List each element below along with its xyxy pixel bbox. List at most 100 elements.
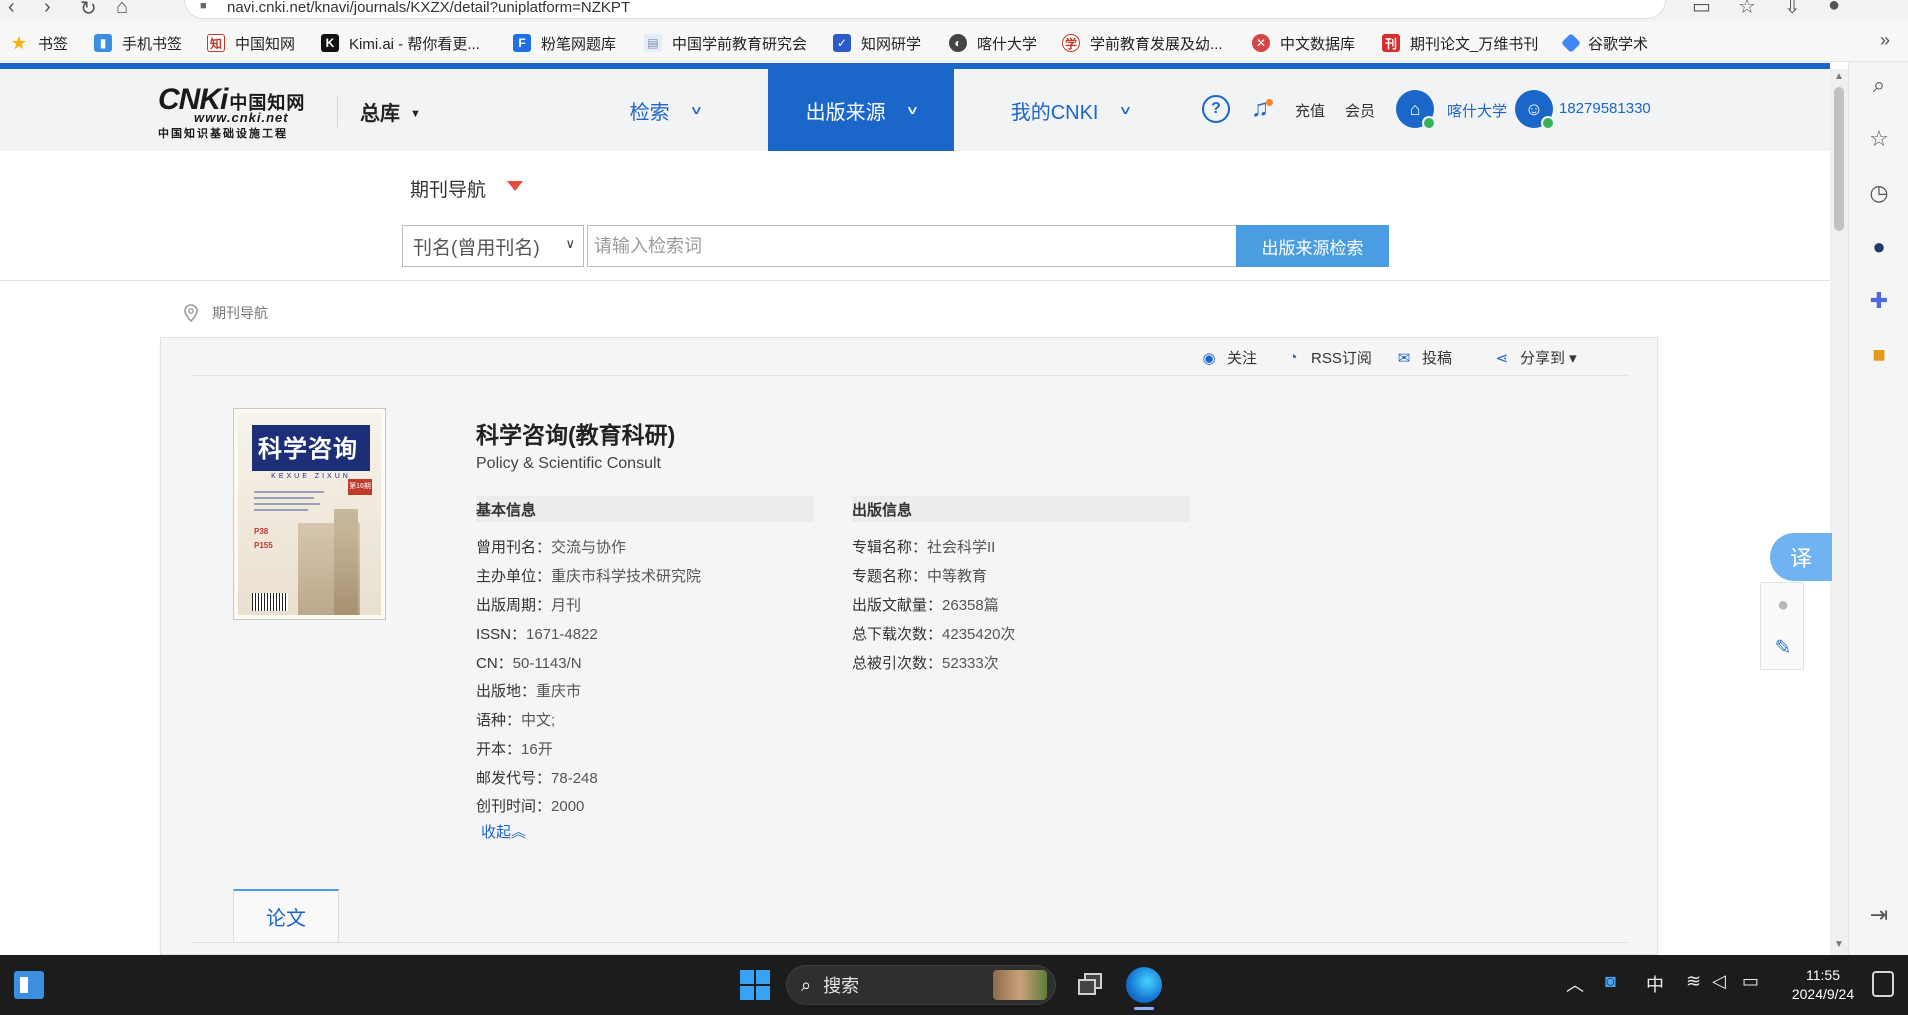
page-scrollbar[interactable]: ▲ ▼ — [1830, 69, 1848, 955]
db-icon: ✕ — [1252, 34, 1270, 52]
edge-browser-icon[interactable] — [1126, 967, 1162, 1003]
bookmark-item[interactable]: ▤ 中国学前教育研究会 — [644, 32, 807, 54]
share-button[interactable]: ⋖ 分享到 ▾ — [1492, 347, 1577, 368]
journal-cover[interactable]: 科学咨询 KEXUE ZIXUN 第16期 P38 P155 — [233, 408, 386, 620]
edit-pencil-icon[interactable]: ✎ — [1769, 633, 1797, 661]
collapse-sidebar-icon[interactable]: ⇥ — [1864, 900, 1894, 930]
scroll-down-icon[interactable]: ▼ — [1834, 939, 1844, 950]
scrollbar-thumb[interactable] — [1834, 87, 1844, 231]
verified-check-icon — [1422, 116, 1436, 130]
notification-icon[interactable] — [1872, 971, 1894, 997]
bookmark-item[interactable]: ▮ 手机书签 — [94, 32, 182, 54]
kashi-icon: ◐ — [949, 34, 967, 52]
nav-search[interactable]: 检索 ∨ — [590, 69, 740, 151]
profile-icon[interactable]: ● — [1828, 0, 1840, 17]
floating-toolbar: ● ✎ — [1760, 582, 1804, 670]
recharge-link[interactable]: 充值 — [1295, 100, 1325, 121]
forward-icon[interactable]: › — [44, 0, 51, 19]
bookmark-item[interactable]: 知 中国知网 — [207, 32, 295, 54]
more-bookmarks-icon[interactable]: » — [1880, 30, 1890, 51]
volume-icon[interactable]: ◁ — [1712, 971, 1726, 992]
info-language: 语种：中文; — [476, 712, 556, 729]
user-account[interactable]: 18279581330 — [1559, 100, 1651, 117]
cnki-logo[interactable]: CNKi 中国知网 www.cnki.net 中国知识基础设施工程 — [158, 83, 318, 140]
info-citations: 总被引次数：52333次 — [852, 655, 999, 672]
widgets-icon[interactable] — [14, 971, 44, 999]
system-clock[interactable]: 11:55 2024/9/24 — [1786, 966, 1860, 1004]
bookmark-item[interactable]: ★ 书签 — [10, 32, 68, 54]
url-text[interactable]: navi.cnki.net/knavi/journals/KXZX/detail… — [227, 0, 630, 16]
favorite-icon[interactable]: ☆ — [1610, 0, 1628, 1]
bookmark-item[interactable]: ✕ 中文数据库 — [1252, 32, 1355, 54]
search-icon[interactable]: ⌕ — [1864, 70, 1894, 100]
journal-nav-title[interactable]: 期刊导航 — [410, 175, 486, 202]
nav-my-cnki[interactable]: 我的CNKI ∨ — [966, 69, 1174, 151]
battery-icon[interactable]: ▭ — [1742, 971, 1759, 992]
info-place: 出版地：重庆市 — [476, 683, 582, 700]
bookmark-item[interactable]: ◐ 喀什大学 — [949, 32, 1037, 54]
favorite-icon[interactable]: ☆ — [1864, 124, 1894, 154]
toolbox-icon[interactable]: ■ — [1864, 340, 1894, 370]
favorites-icon[interactable]: ☆ — [1738, 0, 1756, 19]
institution-name[interactable]: 喀什大学 — [1447, 100, 1507, 121]
journal-toolbar: ◉ 关注 ◔ RSS订阅 ✉ 投稿 ⋖ 分享到 ▾ — [191, 338, 1627, 376]
info-former-name: 曾用刊名：交流与协作 — [476, 539, 627, 556]
info-founded: 创刊时间：2000 — [476, 798, 585, 815]
breadcrumb-item[interactable]: 期刊导航 — [212, 303, 268, 323]
collapse-link[interactable]: 收起︽ — [481, 821, 526, 842]
caret-down-icon[interactable] — [507, 181, 523, 191]
download-icon[interactable]: ⇩ — [1784, 0, 1801, 19]
security-icon[interactable]: ◙ — [1605, 971, 1616, 992]
home-icon[interactable]: ⌂ — [116, 0, 128, 19]
back-icon[interactable]: ‹ — [8, 0, 15, 19]
search-icon: ⌕ — [801, 974, 812, 995]
database-select[interactable]: 总库 ▼ — [360, 97, 421, 126]
chevron-up-icon[interactable]: ︿ — [1566, 971, 1584, 997]
split-screen-icon[interactable]: ▭ — [1692, 0, 1711, 19]
ime-indicator[interactable]: 中 — [1646, 971, 1664, 997]
game-icon[interactable]: ✚ — [1864, 286, 1894, 316]
copilot-icon[interactable]: ● — [1864, 232, 1894, 262]
info-format: 开本：16开 — [476, 741, 553, 758]
journal-english-title: Policy & Scientific Consult — [476, 455, 661, 472]
search-field-select[interactable]: 刊名(曾用刊名) ∨ — [402, 225, 584, 267]
bookmark-item[interactable]: 学 学前教育发展及幼... — [1062, 32, 1223, 54]
info-sponsor: 主办单位：重庆市科学技术研究院 — [476, 568, 702, 585]
member-link[interactable]: 会员 — [1345, 100, 1375, 121]
eye-icon: ◉ — [1202, 349, 1216, 367]
translate-button[interactable]: 译 — [1770, 533, 1832, 581]
rss-button[interactable]: ◔ RSS订阅 — [1283, 347, 1371, 368]
info-issn: ISSN：1671-4822 — [476, 626, 598, 643]
bookmark-item[interactable]: ✓ 知网研学 — [833, 32, 921, 54]
wifi-icon[interactable]: ≋ — [1686, 971, 1701, 992]
bookmark-item[interactable]: 谷歌学术 — [1561, 32, 1648, 54]
page-icon: ▤ — [644, 34, 662, 52]
verified-check-icon — [1541, 116, 1555, 130]
bookmark-item[interactable]: K Kimi.ai - 帮你看更... — [321, 32, 480, 54]
lock-icon[interactable]: ■ — [200, 0, 207, 12]
chevron-down-icon: ∨ — [565, 236, 575, 251]
notification-dot — [1266, 99, 1273, 106]
search-button[interactable]: 出版来源检索 — [1236, 225, 1389, 267]
comment-icon[interactable]: ● — [1769, 591, 1797, 619]
submit-button[interactable]: ✉ 投稿 — [1394, 347, 1452, 368]
nav-publication-source[interactable]: 出版来源 ∨ — [768, 69, 954, 151]
follow-button[interactable]: ◉ 关注 — [1199, 347, 1257, 368]
reload-icon[interactable]: ↻ — [80, 0, 97, 21]
tab-papers[interactable]: 论文 — [233, 889, 339, 942]
search-panel: 期刊导航 刊名(曾用刊名) ∨ 出版来源检索 — [0, 151, 1830, 281]
cnki-icon: 知 — [207, 34, 225, 52]
bookmark-item[interactable]: F 粉笔网题库 — [513, 32, 616, 54]
task-view-icon[interactable] — [1076, 971, 1104, 999]
taskbar-search[interactable]: ⌕ 搜索 — [786, 965, 1056, 1005]
mobile-bookmark-icon: ▮ — [94, 34, 112, 52]
bookmark-item[interactable]: 刊 期刊论文_万维书刊 — [1382, 32, 1538, 54]
yanxue-icon: ✓ — [833, 34, 851, 52]
start-icon[interactable] — [740, 970, 770, 1000]
search-input[interactable] — [587, 225, 1237, 267]
address-bar[interactable]: ■ navi.cnki.net/knavi/journals/KXZX/deta… — [185, 0, 1665, 18]
history-icon[interactable]: ◷ — [1864, 178, 1894, 208]
barcode — [252, 593, 288, 611]
scroll-up-icon[interactable]: ▲ — [1834, 71, 1844, 82]
help-icon[interactable]: ? — [1202, 95, 1230, 123]
